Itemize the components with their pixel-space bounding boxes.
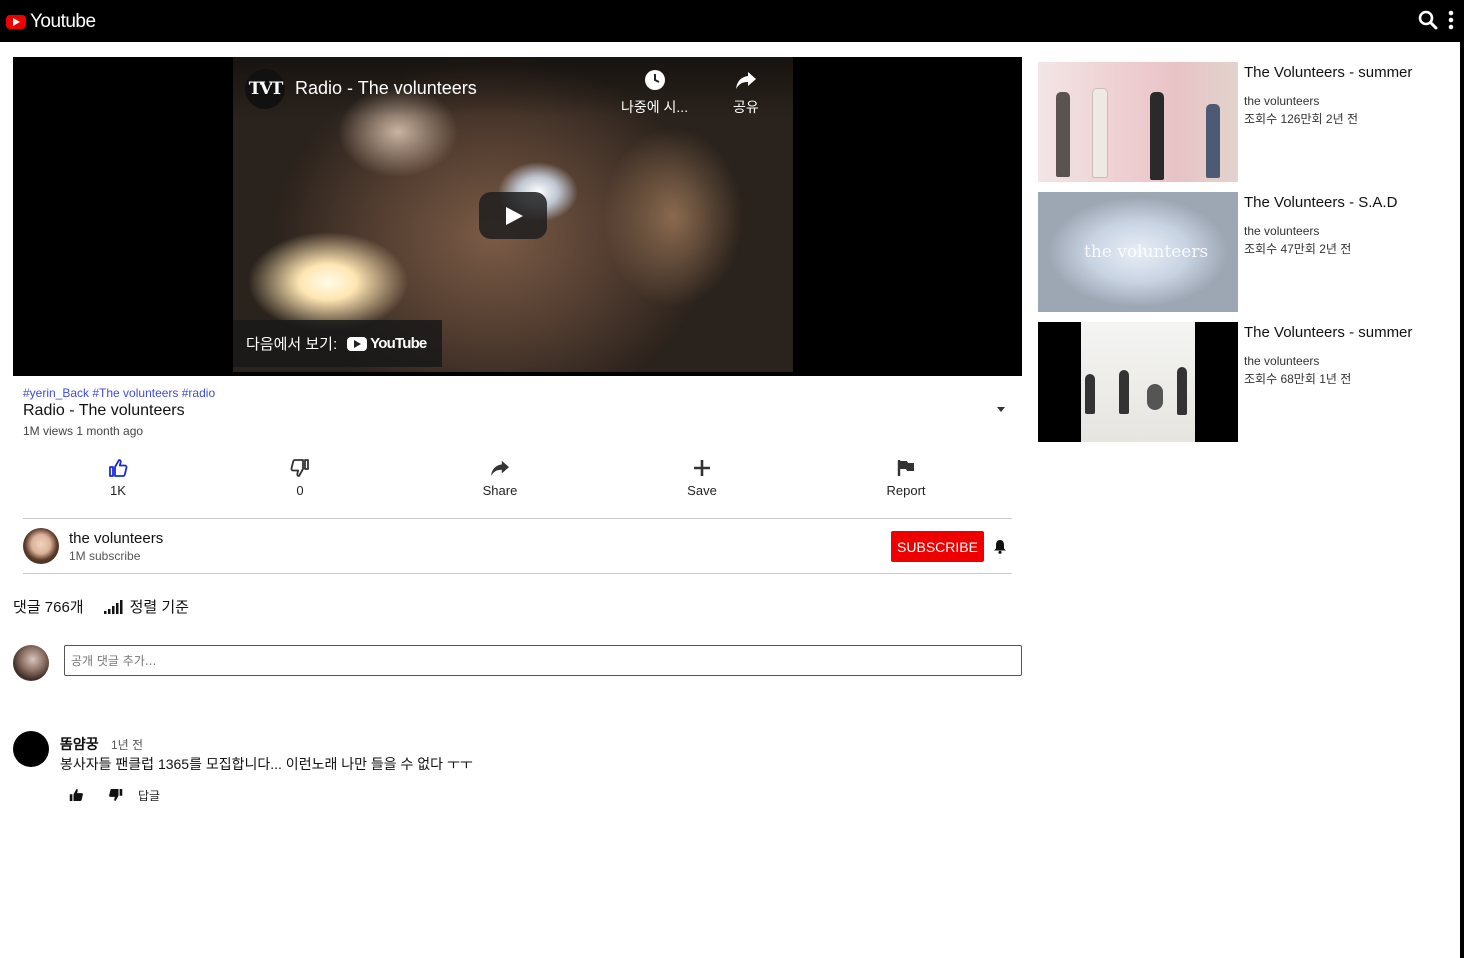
related-video[interactable]: the volunteers The Volunteers - S.A.D th… (1038, 192, 1458, 312)
share-embed-button[interactable]: 공유 (733, 69, 759, 117)
expand-description-icon[interactable] (997, 407, 1005, 412)
comment-author[interactable]: 똠얌꿍 (60, 734, 99, 754)
watch-later-button[interactable]: 나중에 시... (621, 69, 688, 117)
watch-later-label: 나중에 시... (621, 99, 689, 115)
thumbs-down-icon (290, 459, 309, 477)
report-button[interactable]: Report (866, 457, 946, 498)
youtube-logo[interactable]: Youtube (6, 11, 96, 33)
sort-button[interactable]: 정렬 기준 (103, 596, 189, 617)
related-channel: the volunteers (1244, 224, 1320, 238)
save-label: Save (687, 483, 717, 498)
thumbs-up-icon (109, 459, 128, 477)
watch-on-label: 다음에서 보기: (246, 336, 338, 353)
channel-name[interactable]: the volunteers (69, 530, 163, 547)
thumbnail-text: the volunteers (1084, 242, 1209, 262)
youtube-play-icon (347, 336, 368, 351)
share-arrow-icon (735, 72, 756, 89)
channel-badge[interactable]: TVT (245, 69, 285, 109)
youtube-brand: YouTube (347, 335, 427, 352)
related-meta: 조회수 126만회 2년 전 (1244, 112, 1358, 126)
share-icon (491, 460, 509, 477)
related-video[interactable]: The Volunteers - summer the volunteers 조… (1038, 62, 1458, 182)
save-button[interactable]: Save (662, 457, 742, 498)
commenter-avatar[interactable] (13, 731, 49, 767)
dislike-button[interactable]: 0 (260, 457, 340, 498)
reply-button[interactable]: 답글 (138, 787, 160, 804)
plus-icon (694, 460, 710, 476)
subscribe-button[interactable]: SUBSCRIBE (891, 531, 984, 562)
related-channel: the volunteers (1244, 94, 1320, 108)
embed-video-title[interactable]: Radio - The volunteers (295, 78, 477, 99)
clock-icon (644, 70, 665, 90)
comment-date: 1년 전 (111, 738, 144, 752)
related-title[interactable]: The Volunteers - summer (1244, 64, 1412, 81)
channel-avatar[interactable] (23, 528, 59, 564)
user-avatar (13, 645, 49, 681)
related-title[interactable]: The Volunteers - summer (1244, 324, 1412, 341)
related-thumbnail[interactable] (1038, 62, 1238, 182)
share-label: Share (482, 483, 518, 498)
comment-dislike-icon[interactable] (108, 788, 123, 802)
divider-top (23, 518, 1012, 519)
dislike-count: 0 (296, 483, 304, 498)
sort-label: 정렬 기준 (129, 599, 189, 616)
video-embed[interactable]: TVT Radio - The volunteers 나중에 시... 공유 다… (233, 57, 793, 372)
window-edge (1460, 42, 1464, 958)
more-vert-icon[interactable] (1448, 10, 1454, 30)
channel-subscribers: 1M subscribe (69, 549, 141, 563)
app-name: Youtube (30, 11, 96, 32)
like-count: 1K (110, 483, 126, 498)
related-channel: the volunteers (1244, 354, 1320, 368)
share-embed-label: 공유 (733, 99, 759, 115)
flag-icon (897, 460, 914, 476)
related-video[interactable]: The Volunteers - summer the volunteers 조… (1038, 322, 1458, 442)
search-icon[interactable] (1418, 10, 1438, 30)
related-title[interactable]: The Volunteers - S.A.D (1244, 194, 1397, 211)
hashtags[interactable]: #yerin_Back #The volunteers #radio (23, 386, 215, 400)
related-thumbnail[interactable] (1038, 322, 1238, 442)
bell-icon[interactable] (993, 539, 1007, 554)
like-button[interactable]: 1K (78, 457, 158, 498)
top-bar: Youtube (0, 0, 1464, 42)
comment-input[interactable] (64, 645, 1022, 676)
youtube-logo-icon (6, 15, 26, 29)
divider-bottom (23, 573, 1012, 574)
comment-text: 봉사자들 팬클럽 1365를 모집합니다... 이런노래 나만 들을 수 없다 … (60, 756, 473, 772)
watch-on-youtube-button[interactable]: 다음에서 보기: YouTube (233, 320, 442, 367)
video-views: 1M views 1 month ago (23, 424, 144, 438)
related-meta: 조회수 47만회 2년 전 (1244, 242, 1352, 256)
play-button[interactable] (479, 192, 547, 239)
related-thumbnail[interactable]: the volunteers (1038, 192, 1238, 312)
youtube-brand-text: YouTube (370, 335, 427, 352)
share-button[interactable]: Share (460, 457, 540, 498)
comment-like-icon[interactable] (69, 788, 84, 802)
comment-count: 댓글 766개 (13, 599, 84, 616)
related-meta: 조회수 68만회 1년 전 (1244, 372, 1352, 386)
video-title: Radio - The volunteers (23, 402, 185, 419)
comments-header: 댓글 766개 정렬 기준 (13, 596, 189, 617)
report-label: Report (886, 483, 926, 498)
sort-bars-icon (103, 599, 123, 614)
